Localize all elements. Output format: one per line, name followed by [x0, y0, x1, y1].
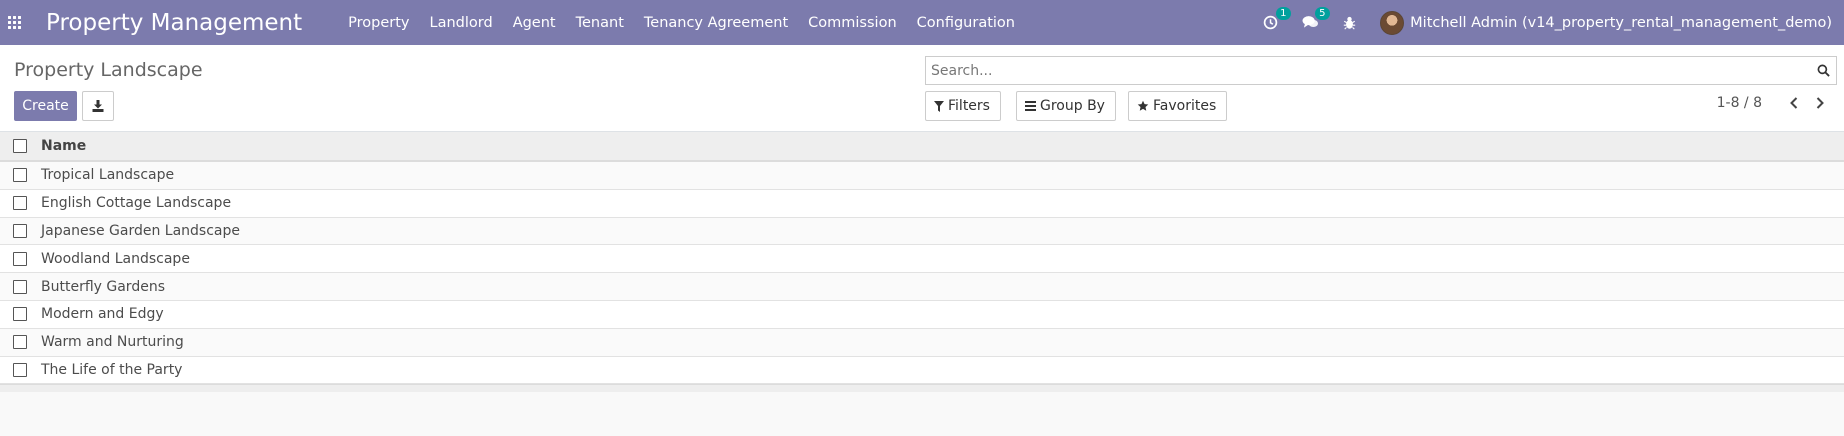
row-checkbox[interactable] [13, 196, 27, 211]
row-checkbox[interactable] [13, 307, 27, 322]
select-all-checkbox[interactable] [13, 139, 27, 153]
bug-icon [1343, 16, 1356, 30]
filters-label: Filters [948, 98, 990, 114]
table-body: Tropical Landscape English Cottage Lands… [0, 162, 1844, 385]
menu-item-agent[interactable]: Agent [513, 15, 556, 31]
pager-previous-button[interactable] [1786, 95, 1802, 111]
row-name: The Life of the Party [41, 361, 183, 378]
control-panel: Property Landscape Create Filters Group … [0, 45, 1844, 132]
export-button[interactable] [82, 91, 114, 121]
avatar [1380, 10, 1405, 35]
top-navbar: Property Management Property Landlord Ag… [0, 0, 1844, 45]
search-bar [925, 56, 1837, 85]
menu-item-landlord[interactable]: Landlord [430, 15, 493, 31]
table-row[interactable]: Woodland Landscape [0, 245, 1844, 274]
activity-button[interactable]: 1 [1263, 7, 1291, 30]
page-title: Property Landscape [14, 59, 203, 81]
download-icon [92, 100, 104, 112]
filters-button[interactable]: Filters [925, 91, 1001, 121]
chevron-left-icon [1790, 97, 1798, 109]
row-name: Woodland Landscape [41, 250, 190, 267]
create-button[interactable]: Create [14, 91, 77, 121]
messages-count-badge: 5 [1315, 7, 1330, 20]
column-header-name[interactable]: Name [41, 138, 86, 154]
row-name: English Cottage Landscape [41, 195, 232, 212]
table-header: Name [0, 132, 1844, 162]
bars-icon [1025, 101, 1036, 111]
activity-count-badge: 1 [1276, 7, 1291, 20]
table-row[interactable]: Butterfly Gardens [0, 273, 1844, 301]
pager: 1-8 / 8 [1717, 95, 1828, 111]
table-row[interactable]: Tropical Landscape [0, 162, 1844, 190]
menu-item-tenancy-agreement[interactable]: Tenancy Agreement [644, 15, 788, 31]
menu-item-commission[interactable]: Commission [808, 15, 896, 31]
row-name: Tropical Landscape [41, 167, 175, 184]
user-menu[interactable]: Mitchell Admin (v14_property_rental_mana… [1380, 10, 1832, 35]
filter-icon [934, 100, 944, 112]
favorites-button[interactable]: Favorites [1128, 91, 1228, 121]
group-by-label: Group By [1040, 98, 1105, 114]
systray: 1 5 Mitchell Admin (v14_property_rental_… [1263, 0, 1844, 45]
table-footer [0, 384, 1844, 393]
debug-button[interactable] [1343, 16, 1356, 30]
clock-icon [1263, 15, 1278, 30]
row-checkbox[interactable] [13, 223, 27, 238]
table-row[interactable]: Modern and Edgy [0, 300, 1844, 329]
row-checkbox[interactable] [13, 362, 27, 377]
row-checkbox[interactable] [13, 279, 27, 294]
row-name: Butterfly Gardens [41, 278, 165, 295]
search-input[interactable] [926, 57, 1806, 84]
user-name: Mitchell Admin (v14_property_rental_mana… [1410, 14, 1832, 31]
row-checkbox[interactable] [13, 335, 27, 350]
row-checkbox[interactable] [13, 168, 27, 183]
messages-button[interactable]: 5 [1302, 7, 1330, 30]
row-name: Japanese Garden Landscape [41, 222, 240, 239]
table-row[interactable]: Warm and Nurturing [0, 328, 1844, 357]
search-icon[interactable] [1817, 64, 1830, 77]
group-by-button[interactable]: Group By [1016, 91, 1116, 121]
menu-item-configuration[interactable]: Configuration [917, 15, 1015, 31]
pager-next-button[interactable] [1812, 95, 1828, 111]
table-row[interactable]: English Cottage Landscape [0, 189, 1844, 218]
row-checkbox[interactable] [13, 251, 27, 266]
pager-value[interactable]: 1-8 / 8 [1717, 95, 1762, 111]
row-name: Warm and Nurturing [41, 334, 184, 351]
favorites-label: Favorites [1153, 98, 1217, 114]
main-menu: Property Landlord Agent Tenant Tenancy A… [348, 15, 1035, 31]
row-name: Modern and Edgy [41, 306, 164, 323]
table-row[interactable]: Japanese Garden Landscape [0, 217, 1844, 246]
list-view: Name Tropical Landscape English Cottage … [0, 132, 1844, 393]
app-brand[interactable]: Property Management [46, 10, 302, 36]
table-row[interactable]: The Life of the Party [0, 356, 1844, 385]
menu-item-tenant[interactable]: Tenant [576, 15, 624, 31]
chevron-right-icon [1816, 97, 1824, 109]
menu-item-property[interactable]: Property [348, 15, 409, 31]
apps-menu-icon[interactable] [8, 15, 22, 30]
star-icon [1137, 100, 1149, 111]
